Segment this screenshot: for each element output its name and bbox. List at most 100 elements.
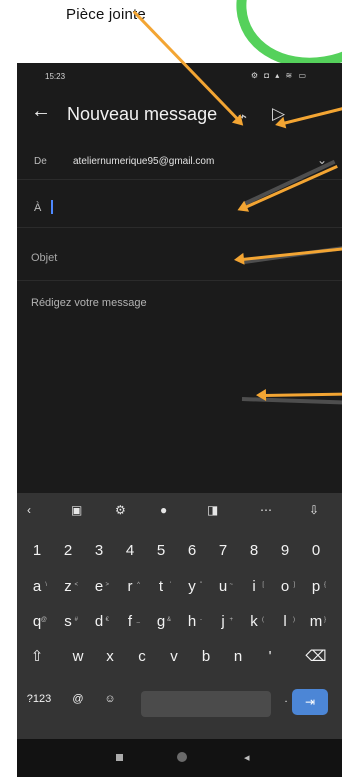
- message-body-input[interactable]: Rédigez votre message: [31, 297, 147, 309]
- key-k[interactable]: k(: [242, 608, 266, 636]
- key-j[interactable]: j +: [211, 608, 235, 636]
- key-l-sub: ): [293, 617, 295, 623]
- back-arrow-icon[interactable]: ←: [31, 100, 51, 123]
- key-t-label: t: [158, 578, 164, 595]
- key-l-label: l: [283, 613, 287, 630]
- key-9[interactable]: 9: [273, 537, 297, 565]
- key-e[interactable]: e >: [87, 573, 111, 601]
- enter-key[interactable]: ⇥: [292, 689, 328, 715]
- key-4[interactable]: 4: [118, 537, 142, 565]
- key-e-sub: >: [105, 582, 109, 588]
- key-k-sub: (: [262, 617, 264, 623]
- key-c[interactable]: c: [130, 643, 154, 671]
- key-2[interactable]: 2: [56, 537, 80, 565]
- key-o-sub: ]: [293, 582, 295, 588]
- key-a-sub: \: [45, 582, 47, 588]
- key-a[interactable]: a \: [25, 573, 49, 601]
- key-y-label: y: [188, 578, 196, 595]
- key-d-label: d: [94, 613, 104, 630]
- space-bar[interactable]: [141, 691, 271, 717]
- key-h-sub: -: [200, 617, 202, 623]
- key-r-label: r: [127, 578, 133, 595]
- nav-back-icon[interactable]: ◂: [244, 751, 250, 764]
- key-6[interactable]: 6: [180, 537, 204, 565]
- key-o[interactable]: o]: [273, 573, 297, 601]
- key-k-label: k: [250, 613, 258, 630]
- key-f-label: f: [127, 613, 133, 630]
- key-r[interactable]: r ^: [118, 573, 142, 601]
- microphone-icon[interactable]: ⇩: [309, 503, 319, 517]
- letter-row-1: a \ z < e > r ^ t ' y " u ~ i[ o] p{: [17, 571, 342, 605]
- key-3[interactable]: 3: [87, 537, 111, 565]
- key-q[interactable]: q @: [25, 608, 49, 636]
- status-icons: ⚙ ◘ ▴ ≋ ▭: [250, 71, 308, 80]
- key-q-label: q: [32, 613, 42, 630]
- key-0[interactable]: 0: [304, 537, 328, 565]
- key-z[interactable]: z <: [56, 573, 80, 601]
- more-icon[interactable]: ⋯: [260, 503, 272, 517]
- key-h-label: h: [187, 613, 197, 630]
- from-email[interactable]: ateliernumerique95@gmail.com: [73, 156, 214, 167]
- key-b[interactable]: b: [194, 643, 218, 671]
- key-a-label: a: [32, 578, 42, 595]
- from-row[interactable]: De ateliernumerique95@gmail.com ⌄: [17, 145, 342, 180]
- key-z-label: z: [64, 578, 72, 595]
- key-r-sub: ^: [137, 582, 140, 588]
- keyboard: ‹ ▣ ⚙ ● ◨ ⋯ ⇩ 1 2 3 4 5 6 7 8 9 0 a \ z < …: [17, 493, 342, 739]
- recent-apps-icon[interactable]: [116, 754, 123, 761]
- shift-key[interactable]: ⇧: [25, 643, 49, 671]
- key-t-sub: ': [169, 582, 171, 588]
- key-d-sub: €: [105, 617, 109, 623]
- key-u-sub: ~: [229, 582, 233, 588]
- key-n[interactable]: n: [226, 643, 250, 671]
- key-y[interactable]: y ": [180, 573, 204, 601]
- key-8[interactable]: 8: [242, 537, 266, 565]
- key-5[interactable]: 5: [149, 537, 173, 565]
- clipboard-icon[interactable]: ▣: [71, 503, 82, 517]
- key-apostrophe[interactable]: ': [258, 643, 282, 671]
- key-m-sub: }: [323, 617, 326, 623]
- status-bar: 15:23 ⚙ ◘ ▴ ≋ ▭: [17, 63, 342, 91]
- key-s[interactable]: s #: [56, 608, 80, 636]
- key-t[interactable]: t ': [149, 573, 173, 601]
- key-i-sub: [: [262, 582, 264, 588]
- key-z-sub: <: [74, 582, 78, 588]
- keyboard-back-icon[interactable]: ‹: [27, 503, 31, 517]
- key-i[interactable]: i[: [242, 573, 266, 601]
- key-l[interactable]: l): [273, 608, 297, 636]
- key-p-sub: {: [323, 582, 326, 588]
- key-g[interactable]: g &: [149, 608, 173, 636]
- at-key[interactable]: @: [66, 685, 90, 713]
- subject-row[interactable]: Objet: [17, 240, 342, 281]
- key-e-label: e: [94, 578, 104, 595]
- subject-input[interactable]: Objet: [31, 252, 57, 264]
- key-s-label: s: [64, 613, 72, 630]
- backspace-key[interactable]: ⌫: [304, 643, 328, 671]
- home-icon[interactable]: [177, 752, 187, 762]
- text-cursor: [51, 200, 53, 214]
- key-u[interactable]: u ~: [211, 573, 235, 601]
- key-m-label: m: [309, 613, 323, 630]
- key-v[interactable]: v: [162, 643, 186, 671]
- key-h[interactable]: h-: [180, 608, 204, 636]
- key-w[interactable]: w: [66, 643, 90, 671]
- key-m[interactable]: m}: [304, 608, 328, 636]
- text-select-icon[interactable]: ◨: [207, 503, 218, 517]
- page-title: Nouveau message: [67, 104, 218, 124]
- key-p[interactable]: p{: [304, 573, 328, 601]
- settings-icon[interactable]: ⚙: [115, 503, 126, 517]
- key-q-sub: @: [40, 617, 47, 623]
- key-1[interactable]: 1: [25, 537, 49, 565]
- symbols-key[interactable]: ?123: [21, 685, 57, 713]
- key-7[interactable]: 7: [211, 537, 235, 565]
- to-row[interactable]: À: [17, 187, 342, 228]
- key-g-label: g: [156, 613, 166, 630]
- key-f[interactable]: f _: [118, 608, 142, 636]
- emoji-key[interactable]: ☺: [98, 685, 122, 713]
- key-d[interactable]: d €: [87, 608, 111, 636]
- key-y-sub: ": [199, 582, 202, 588]
- key-x[interactable]: x: [98, 643, 122, 671]
- palette-icon[interactable]: ●: [160, 503, 167, 517]
- key-f-sub: _: [136, 617, 140, 623]
- app-bar: ← Nouveau message ⌁ ▷: [17, 97, 342, 133]
